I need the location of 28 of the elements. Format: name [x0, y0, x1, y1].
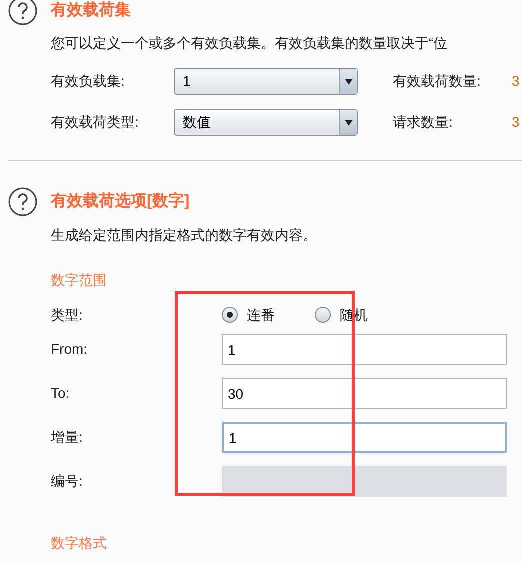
radio-button[interactable]: 连番 [222, 304, 275, 326]
section-description: 您可以定义一个或多个有效负载集。有效负载集的数量取决于“位 [51, 34, 449, 53]
input-field[interactable]: 1 [222, 422, 507, 453]
dropdown-arrow-icon [344, 120, 352, 126]
field-label: From: [51, 340, 89, 359]
stat-value: 3 [512, 72, 520, 91]
input-field[interactable]: 30 [222, 378, 507, 409]
field-label: 类型: [51, 306, 84, 324]
dropdown[interactable]: 数值 [174, 109, 358, 136]
subsection-heading: 数字范围 [51, 271, 107, 290]
subsection-heading: 数字格式 [51, 534, 107, 553]
field-label: 有效负载集: [51, 72, 126, 91]
dropdown-arrow-icon [344, 78, 352, 84]
field-label: To: [51, 384, 71, 403]
section-title: 有效载荷集 [51, 0, 131, 21]
stat-value: 3 [512, 113, 520, 132]
field-label: 有效载荷类型: [51, 113, 140, 132]
field-label: 编号: [51, 472, 84, 491]
input-field[interactable]: 1 [222, 334, 507, 365]
dropdown[interactable]: 1 [174, 68, 358, 95]
stat-label: 有效载荷数量: [393, 72, 482, 91]
stat-label: 请求数量: [393, 113, 454, 132]
help-icon[interactable] [8, 0, 38, 26]
radio-button[interactable]: 随机 [315, 304, 368, 326]
help-icon[interactable] [8, 187, 38, 217]
section-description: 生成给定范围内指定格式的数字有效内容。 [51, 226, 318, 245]
field-label: 增量: [51, 428, 84, 447]
section-title: 有效载荷选项[数字] [51, 191, 190, 212]
